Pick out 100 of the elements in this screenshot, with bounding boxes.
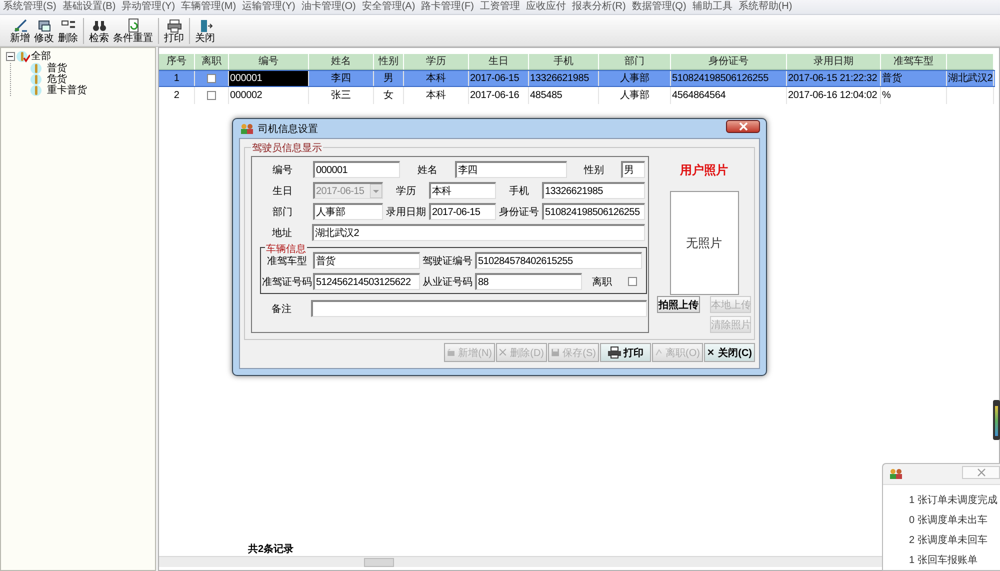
checkbox[interactable]	[207, 74, 216, 83]
field-label: 地址	[271, 226, 293, 240]
column-header[interactable]: 生日	[469, 54, 529, 70]
printer-icon	[166, 18, 182, 32]
photo-title: 用户照片	[680, 162, 728, 179]
tree-node-icon	[30, 62, 44, 75]
table-row[interactable]: 2 000002 张三 女 本科 2017-06-16 485485 人事部 4564864564 2017-06-16 12:04:02 %	[159, 87, 995, 104]
menu-item[interactable]: 异动管理(Y)	[122, 1, 176, 13]
dialog-button[interactable]: 关闭(C)	[704, 343, 755, 362]
toolbar-button[interactable]: 打印	[162, 18, 186, 44]
table-cell-text: 4564864564	[672, 88, 726, 102]
table-cell-text: 男	[384, 72, 394, 86]
input-field[interactable]: 男	[621, 161, 645, 178]
input-field[interactable]: 510284578402615255	[475, 252, 642, 269]
column-header[interactable]: 准驾车型	[881, 54, 947, 70]
menu-item[interactable]: 辅助工具	[692, 1, 732, 13]
column-header[interactable]: 编号	[229, 54, 309, 70]
checkbox[interactable]	[628, 277, 636, 286]
field-label: 性别	[582, 164, 605, 176]
column-header[interactable]: 录用日期	[787, 54, 881, 70]
toolbar-button[interactable]: 关闭	[193, 18, 217, 44]
notice-text[interactable]: 1 张回车报账单	[909, 553, 1000, 567]
toolbar-button[interactable]: 检索	[87, 18, 111, 44]
menu-item[interactable]: 基础设置(B)	[62, 1, 116, 13]
column-header[interactable]: 手机	[529, 54, 599, 70]
table-cell-text: 李四	[331, 72, 351, 86]
notice-text[interactable]: 0 张调度单未出车	[909, 513, 1000, 527]
input-field[interactable]: 本科	[429, 182, 496, 199]
refresh-document-icon	[126, 18, 140, 32]
table-cell-text: 女	[384, 88, 394, 102]
menu-item[interactable]: 油卡管理(O)	[301, 1, 356, 13]
expander-icon[interactable]	[6, 52, 15, 61]
field-label: 准驾证号码	[261, 276, 313, 288]
monitor-icon	[36, 18, 52, 32]
menu-item[interactable]: 报表分析(R)	[572, 1, 626, 13]
toolbar-button[interactable]: 删除	[56, 18, 80, 44]
menu-item[interactable]: 路卡管理(F)	[421, 1, 474, 13]
input-field[interactable]: 湖北武汉2	[312, 224, 645, 241]
field-label: 编号	[272, 164, 294, 176]
table-cell-text: 2017-06-15	[470, 72, 520, 86]
photo-button[interactable]: 拍照上传	[657, 296, 700, 313]
tree-item[interactable]: 危货	[47, 74, 67, 85]
table-cell-text: 人事部	[620, 88, 650, 102]
notice-text[interactable]: 1 张订单未调度完成	[909, 493, 1000, 507]
column-header[interactable]: 身份证号	[671, 54, 787, 70]
input-field[interactable]: 李四	[455, 161, 567, 178]
tree-node-icon	[30, 84, 44, 97]
menu-item[interactable]: 数据管理(Q)	[632, 1, 686, 13]
dropdown-arrow-icon	[370, 184, 382, 198]
toolbar-button[interactable]: 新增	[8, 18, 32, 44]
input-field[interactable]: 88	[475, 273, 582, 290]
field-label: 准驾车型	[266, 254, 308, 268]
folder-icon	[447, 346, 456, 359]
save-icon	[551, 346, 560, 359]
toolbar-button[interactable]: 修改	[32, 18, 56, 44]
field-label: 录用日期	[385, 206, 427, 218]
menu-item[interactable]: 应收应付	[526, 1, 566, 13]
table-row[interactable]: 1 000001 李四 男 本科 2017-06-15 13326621985 人事部 510824198506126255 2017-06-15 21:22:32 普货 湖北武汉2	[159, 70, 995, 87]
group-title: 车辆信息	[265, 242, 307, 256]
level-meter-icon	[993, 400, 1000, 440]
field-label: 学历	[395, 184, 417, 198]
tree-item[interactable]: 普货	[47, 63, 67, 74]
table-cell-text: 本科	[426, 88, 446, 102]
input-field[interactable]: 2017-06-15	[429, 203, 496, 220]
group-title: 驾驶员信息显示	[251, 141, 323, 155]
table-cell-text: 湖北武汉2	[948, 72, 993, 86]
menu-item[interactable]: 安全管理(A)	[362, 1, 416, 13]
column-header[interactable]: 序号	[159, 54, 195, 70]
input-field[interactable]: 000001	[313, 161, 400, 178]
toolbar-button[interactable]: 条件重置	[111, 18, 155, 44]
tree-item[interactable]: 全部	[31, 51, 51, 62]
close-button[interactable]	[726, 120, 760, 133]
column-header[interactable]: 姓名	[309, 54, 374, 70]
table-cell-text: 2017-06-15 21:22:32	[788, 72, 878, 86]
tree-node-icon	[30, 73, 44, 86]
input-field[interactable]	[311, 300, 647, 317]
column-header[interactable]: 部门	[599, 54, 671, 70]
column-header[interactable]: 性别	[374, 54, 404, 70]
menu-item[interactable]: 系统管理(S)	[3, 1, 56, 13]
menu-item[interactable]: 车辆管理(M)	[181, 1, 236, 13]
record-count: 共2条记录	[248, 544, 294, 555]
no-photo-text: 无照片	[686, 234, 722, 252]
dialog-button[interactable]: 打印	[600, 343, 651, 362]
field-label: 手机	[508, 184, 530, 198]
input-field[interactable]: 13326621985	[542, 182, 645, 199]
input-field[interactable]: 普货	[313, 252, 420, 269]
input-field[interactable]: 512456214503125622	[313, 273, 420, 290]
checkbox[interactable]	[207, 91, 216, 100]
menu-item[interactable]: 运输管理(Y)	[242, 1, 296, 13]
column-header[interactable]: 离职	[195, 54, 229, 70]
column-header[interactable]: 学历	[404, 54, 469, 70]
input-field[interactable]: 人事部	[313, 203, 383, 220]
users-icon	[889, 468, 903, 480]
tree-item[interactable]: 重卡普货	[47, 85, 87, 96]
menu-item[interactable]: 系统帮助(H)	[738, 1, 792, 13]
menu-item[interactable]: 工资管理	[480, 1, 520, 13]
input-field[interactable]: 510824198506126255	[542, 203, 645, 220]
notice-text[interactable]: 2 张调度单未回车	[909, 533, 1000, 547]
table-cell-text: %	[882, 88, 891, 102]
printer-icon	[608, 346, 620, 359]
